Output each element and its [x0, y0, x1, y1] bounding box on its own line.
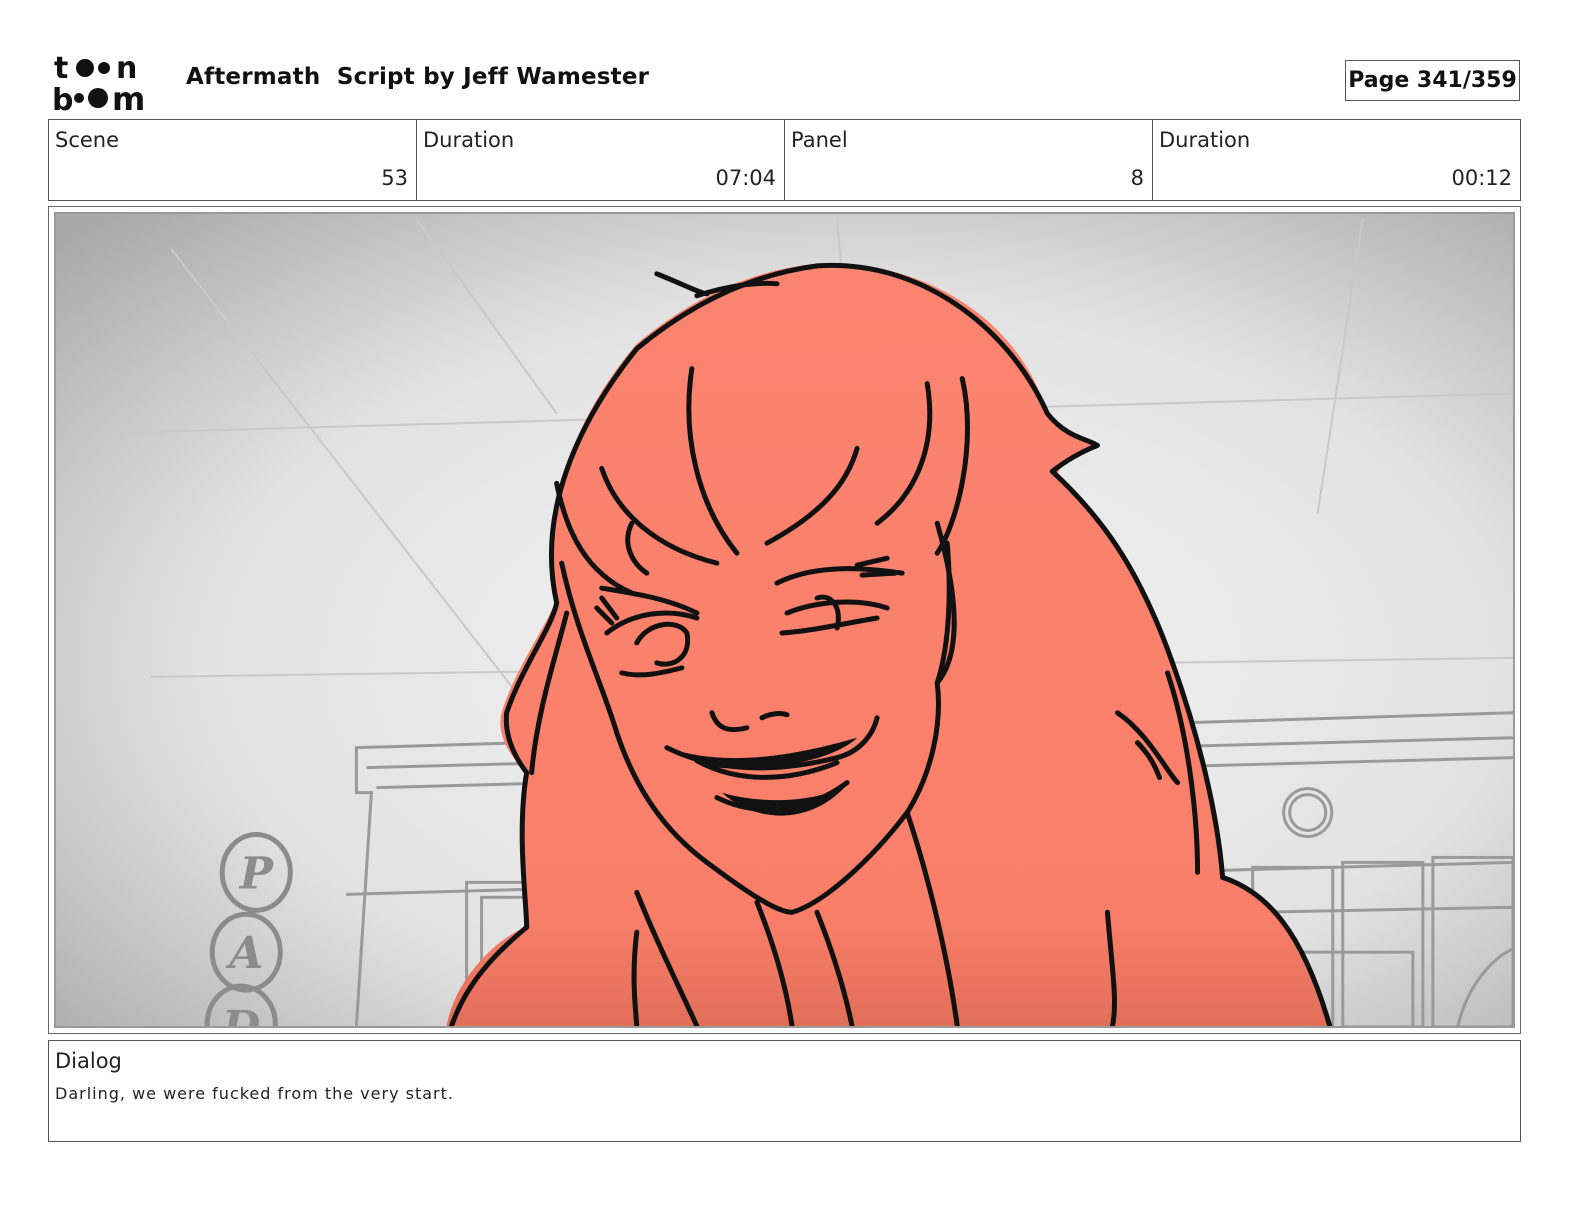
storyboard-panel: P A D	[54, 212, 1515, 1028]
scene-duration-label: Duration	[423, 128, 515, 152]
dialog-section: Dialog Darling, we were fucked from the …	[48, 1040, 1521, 1142]
storyboard-drawing: P A D	[56, 214, 1513, 1026]
panel-duration-cell: Duration 00:12	[1153, 120, 1520, 200]
svg-text:m: m	[112, 80, 145, 112]
sign-letter-p: P	[238, 848, 275, 899]
panel-duration-label: Duration	[1159, 128, 1251, 152]
document-title: Aftermath Script by Jeff Wamester	[186, 64, 650, 90]
scene-value: 53	[381, 166, 408, 190]
svg-text:t: t	[54, 51, 68, 86]
scene-info-table: Scene 53 Duration 07:04 Panel 8 Duration…	[48, 119, 1521, 201]
scene-cell: Scene 53	[49, 120, 417, 200]
page-number: Page 341/359	[1345, 60, 1520, 101]
panel-duration-value: 00:12	[1451, 166, 1512, 190]
scene-duration-cell: Duration 07:04	[417, 120, 785, 200]
panel-label: Panel	[791, 128, 848, 152]
dialog-label: Dialog	[55, 1049, 122, 1073]
scene-label: Scene	[55, 128, 120, 152]
sign-letter-d: D	[220, 1002, 260, 1026]
panel-cell: Panel 8	[785, 120, 1153, 200]
dialog-text: Darling, we were fucked from the very st…	[55, 1084, 454, 1103]
sign-letter-a: A	[225, 928, 263, 979]
scene-duration-value: 07:04	[715, 166, 776, 190]
panel-value: 8	[1130, 166, 1144, 190]
toonboom-logo: t n b m	[52, 51, 145, 112]
storyboard-panel-frame: P A D	[48, 206, 1521, 1034]
svg-text:b: b	[52, 83, 73, 112]
